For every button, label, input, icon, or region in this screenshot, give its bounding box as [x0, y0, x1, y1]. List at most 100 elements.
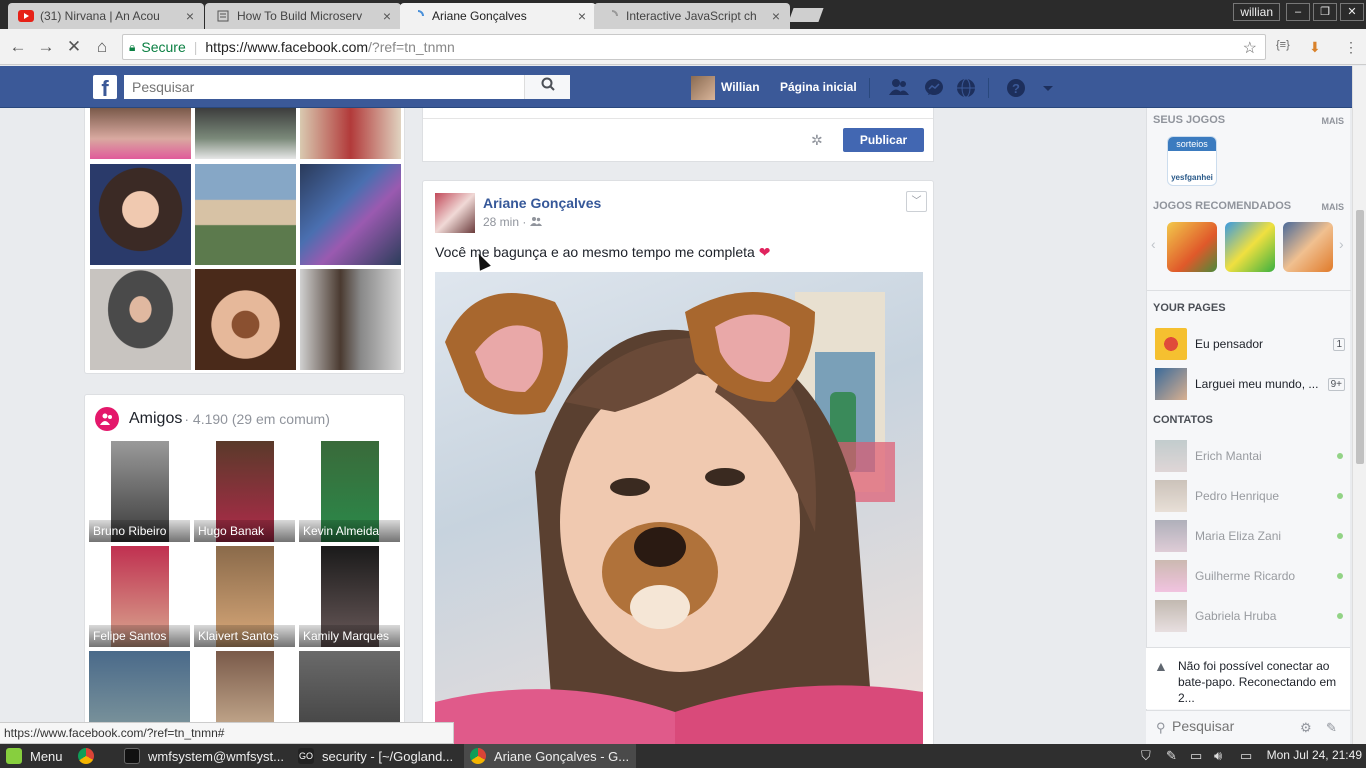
- photo-thumbnail[interactable]: [90, 108, 191, 159]
- search-icon[interactable]: [524, 75, 570, 99]
- home-link[interactable]: Página inicial: [780, 80, 857, 94]
- chrome-launcher[interactable]: [72, 744, 100, 768]
- home-icon[interactable]: ⌂: [92, 37, 112, 57]
- online-status-dot: [1337, 493, 1343, 499]
- extension-icon[interactable]: {≡}: [1276, 39, 1290, 51]
- photo-thumbnail[interactable]: [195, 108, 296, 159]
- photo-thumbnail[interactable]: [195, 164, 296, 265]
- post-options-chevron-icon[interactable]: ﹀: [906, 191, 927, 212]
- avatar[interactable]: [435, 193, 475, 233]
- page-item[interactable]: Eu pensador 1: [1155, 328, 1345, 360]
- friend-tile[interactable]: Klaivert Santos: [194, 546, 295, 647]
- search-input[interactable]: [124, 75, 524, 99]
- help-icon[interactable]: ?: [1006, 78, 1026, 98]
- download-icon[interactable]: ⬇: [1309, 39, 1321, 56]
- chrome-icon: [470, 748, 486, 764]
- forward-icon[interactable]: →: [36, 37, 56, 57]
- avatar[interactable]: [691, 76, 715, 100]
- tab-javascript[interactable]: Interactive JavaScript ch ×: [594, 3, 790, 29]
- clock[interactable]: Mon Jul 24, 21:49: [1267, 748, 1362, 762]
- divider: [988, 78, 989, 98]
- gear-icon[interactable]: ✲: [811, 132, 823, 149]
- minimize-icon[interactable]: –: [1286, 3, 1310, 21]
- display-icon[interactable]: ▭: [1190, 748, 1202, 764]
- contact-name: Erich Mantai: [1195, 449, 1262, 463]
- photo-thumbnail[interactable]: [90, 269, 191, 370]
- publish-button[interactable]: Publicar: [843, 128, 924, 152]
- recommended-more-link[interactable]: MAIS: [1322, 202, 1345, 212]
- photo-thumbnail[interactable]: [90, 164, 191, 265]
- chevron-right-icon[interactable]: ›: [1339, 236, 1344, 252]
- friend-tile[interactable]: Felipe Santos: [89, 546, 190, 647]
- compose-icon[interactable]: ✎: [1326, 720, 1337, 736]
- restore-icon[interactable]: ❐: [1313, 3, 1337, 21]
- facebook-search[interactable]: [124, 75, 570, 99]
- games-more-link[interactable]: MAIS: [1322, 116, 1345, 126]
- contact-item[interactable]: Pedro Henrique: [1155, 480, 1343, 512]
- facebook-logo-icon[interactable]: f: [93, 75, 117, 101]
- facebook-header: f Willian Página inicial ?: [0, 66, 1366, 108]
- loading-icon: [410, 9, 426, 23]
- friend-name: Felipe Santos: [89, 625, 190, 647]
- tab-youtube[interactable]: (31) Nirvana | An Acou ×: [8, 3, 204, 29]
- scrollbar-thumb[interactable]: [1356, 210, 1364, 464]
- taskbar-item-gogland[interactable]: GO security - [~/Gogland...: [292, 744, 462, 768]
- close-icon[interactable]: ×: [186, 8, 194, 24]
- close-icon[interactable]: ×: [383, 8, 391, 24]
- friend-tile[interactable]: Kevin Almeida: [299, 441, 400, 542]
- photo-thumbnail[interactable]: [300, 269, 401, 370]
- chevron-down-icon[interactable]: [1038, 78, 1058, 98]
- contact-item[interactable]: Maria Eliza Zani: [1155, 520, 1343, 552]
- profile-link[interactable]: Willian: [721, 80, 760, 94]
- contact-item[interactable]: Guilherme Ricardo: [1155, 560, 1343, 592]
- photo-thumbnail[interactable]: [300, 108, 401, 159]
- game-naruto-icon[interactable]: [1283, 222, 1333, 272]
- taskbar-item-chrome[interactable]: Ariane Gonçalves - G...: [464, 744, 636, 768]
- battery-icon[interactable]: ▭: [1240, 748, 1252, 764]
- status-bar-url: https://www.facebook.com/?ref=tn_tnmn#: [0, 722, 454, 744]
- post-photo[interactable]: [435, 272, 923, 749]
- contact-item[interactable]: Gabriela Hruba: [1155, 600, 1343, 632]
- page-item[interactable]: Larguei meu mundo, ... 9+: [1155, 368, 1345, 400]
- profile-badge[interactable]: willian: [1233, 3, 1280, 21]
- game-food-icon[interactable]: [1167, 222, 1217, 272]
- close-icon[interactable]: ×: [578, 8, 586, 24]
- online-status-dot: [1337, 613, 1343, 619]
- document-icon: [215, 9, 231, 23]
- start-menu-button[interactable]: Menu: [0, 744, 72, 768]
- tab-title: (31) Nirvana | An Acou: [40, 9, 160, 23]
- close-icon[interactable]: ×: [772, 8, 780, 24]
- friend-requests-icon[interactable]: [888, 78, 909, 98]
- pen-icon[interactable]: ✎: [1166, 748, 1177, 764]
- friend-tile[interactable]: Kamily Marques: [299, 546, 400, 647]
- page-scrollbar[interactable]: [1352, 66, 1366, 744]
- close-window-icon[interactable]: ✕: [1340, 3, 1364, 21]
- friends-title[interactable]: Amigos: [129, 410, 182, 428]
- post-timestamp: 28 min ·: [483, 215, 542, 229]
- game-geometry-icon[interactable]: [1225, 222, 1275, 272]
- new-tab-button[interactable]: [788, 8, 824, 22]
- tab-microservices[interactable]: How To Build Microserv ×: [205, 3, 401, 29]
- address-bar[interactable]: 🔒︎ Secure | https://www.facebook.com /?r…: [122, 34, 1266, 60]
- back-icon[interactable]: ←: [8, 37, 28, 57]
- menu-dots-icon[interactable]: ⋮: [1344, 39, 1358, 56]
- bookmark-star-icon[interactable]: ☆: [1243, 38, 1257, 58]
- gear-icon[interactable]: ⚙: [1300, 720, 1312, 736]
- volume-icon[interactable]: 🔊︎: [1214, 748, 1222, 764]
- svg-text:?: ?: [1012, 81, 1020, 96]
- stop-icon[interactable]: ✕: [64, 37, 84, 57]
- contact-item[interactable]: Erich Mantai: [1155, 440, 1343, 472]
- shield-icon[interactable]: ⛉: [1141, 748, 1151, 764]
- chevron-left-icon[interactable]: ‹: [1151, 236, 1156, 252]
- taskbar-item-terminal[interactable]: wmfsystem@wmfsyst...: [118, 744, 290, 768]
- notifications-globe-icon[interactable]: [956, 78, 976, 98]
- photo-thumbnail[interactable]: [195, 269, 296, 370]
- friend-tile[interactable]: Bruno Ribeiro: [89, 441, 190, 542]
- photo-thumbnail[interactable]: [300, 164, 401, 265]
- chat-search-input[interactable]: [1172, 718, 1292, 734]
- game-sorteios-icon[interactable]: sorteios yesfganhei: [1167, 136, 1217, 186]
- post-author[interactable]: Ariane Gonçalves: [483, 195, 601, 211]
- tab-ariane[interactable]: Ariane Gonçalves ×: [400, 3, 596, 29]
- messenger-icon[interactable]: [924, 78, 944, 98]
- friend-tile[interactable]: Hugo Banak: [194, 441, 295, 542]
